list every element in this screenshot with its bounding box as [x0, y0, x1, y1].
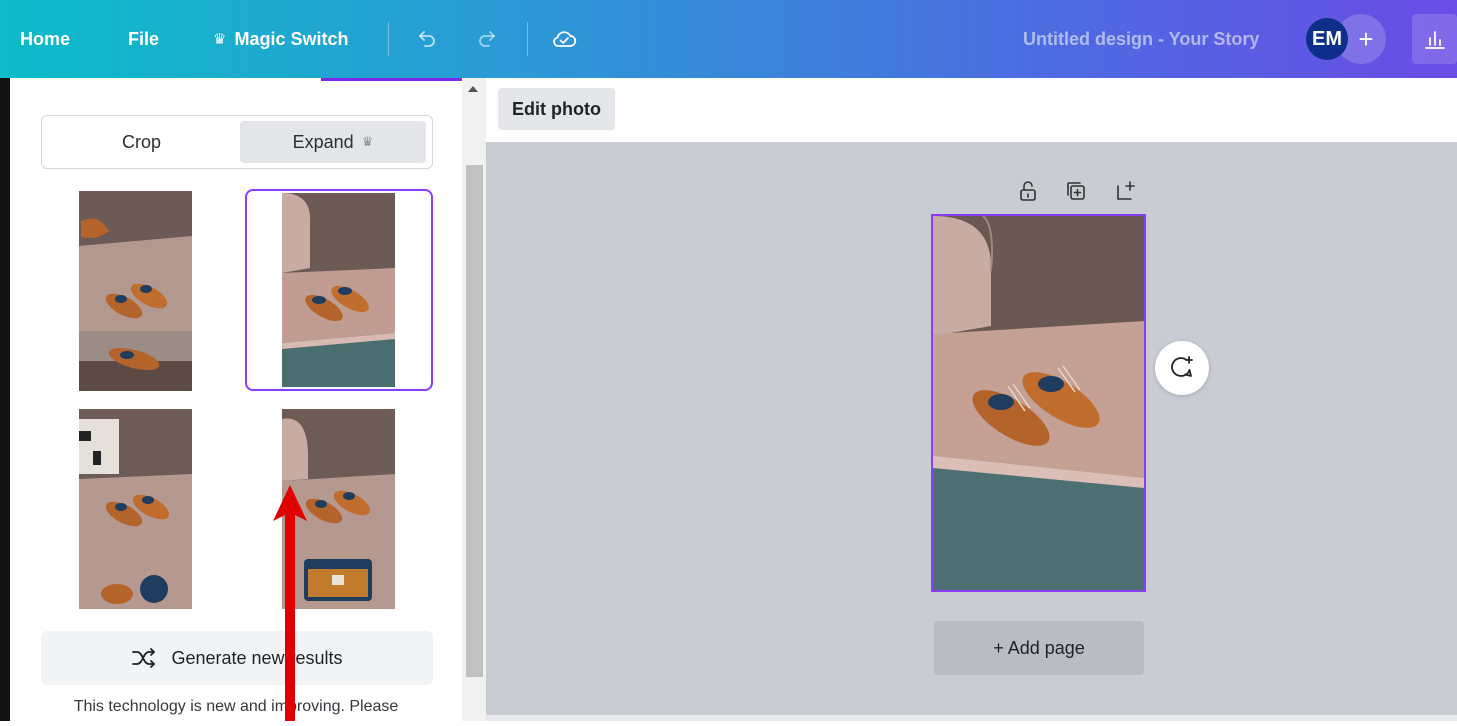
redo-icon[interactable] — [472, 24, 502, 54]
expand-result-1[interactable] — [79, 191, 192, 391]
edit-photo-button[interactable]: Edit photo — [498, 88, 615, 130]
canvas-bottom-bar — [486, 715, 1457, 721]
crop-tab[interactable]: Crop — [48, 121, 235, 163]
toolbar-divider — [527, 22, 528, 56]
active-tab-indicator — [321, 78, 462, 81]
shuffle-icon — [131, 647, 157, 669]
toolbar-divider — [388, 22, 389, 56]
scrollbar-thumb[interactable] — [466, 165, 483, 677]
crown-icon: ♛ — [361, 134, 374, 149]
magic-switch-button[interactable]: ♛ Magic Switch — [213, 0, 348, 78]
avatar[interactable]: EM — [1306, 18, 1348, 60]
expand-result-2[interactable] — [282, 193, 395, 387]
add-comment-icon[interactable] — [1155, 341, 1209, 395]
expand-label: Expand — [292, 131, 354, 152]
lock-icon[interactable] — [1016, 178, 1040, 204]
generate-new-results-button[interactable]: Generate new results — [41, 631, 433, 685]
cloud-check-icon[interactable] — [549, 24, 579, 54]
add-page-icon[interactable] — [1114, 178, 1138, 204]
expand-result-3[interactable] — [79, 409, 192, 609]
document-title[interactable]: Untitled design - Your Story — [1023, 0, 1259, 78]
bar-chart-icon[interactable] — [1412, 14, 1457, 64]
crown-icon: ♛ — [213, 31, 227, 48]
disclaimer-text: This technology is new and improving. Pl… — [73, 698, 399, 715]
red-arrow-icon — [265, 485, 315, 721]
generate-label: Generate new results — [171, 647, 343, 668]
duplicate-icon[interactable] — [1064, 178, 1088, 204]
home-button[interactable]: Home — [20, 0, 70, 78]
expand-tab[interactable]: Expand ♛ — [240, 121, 426, 163]
design-page[interactable] — [931, 214, 1146, 592]
undo-icon[interactable] — [412, 24, 442, 54]
window-edge — [0, 78, 10, 721]
top-bar: Home File ♛ Magic Switch Untitled design… — [0, 0, 1457, 78]
crop-expand-toggle: Crop Expand ♛ — [41, 115, 433, 169]
add-page-button[interactable]: + Add page — [934, 621, 1144, 675]
magic-switch-label: Magic Switch — [234, 28, 349, 49]
scroll-up-arrow-icon[interactable] — [468, 86, 478, 92]
expand-panel: Crop Expand ♛ Generate new results This … — [10, 78, 462, 721]
context-toolbar — [486, 78, 1457, 142]
file-menu-button[interactable]: File — [128, 0, 159, 78]
